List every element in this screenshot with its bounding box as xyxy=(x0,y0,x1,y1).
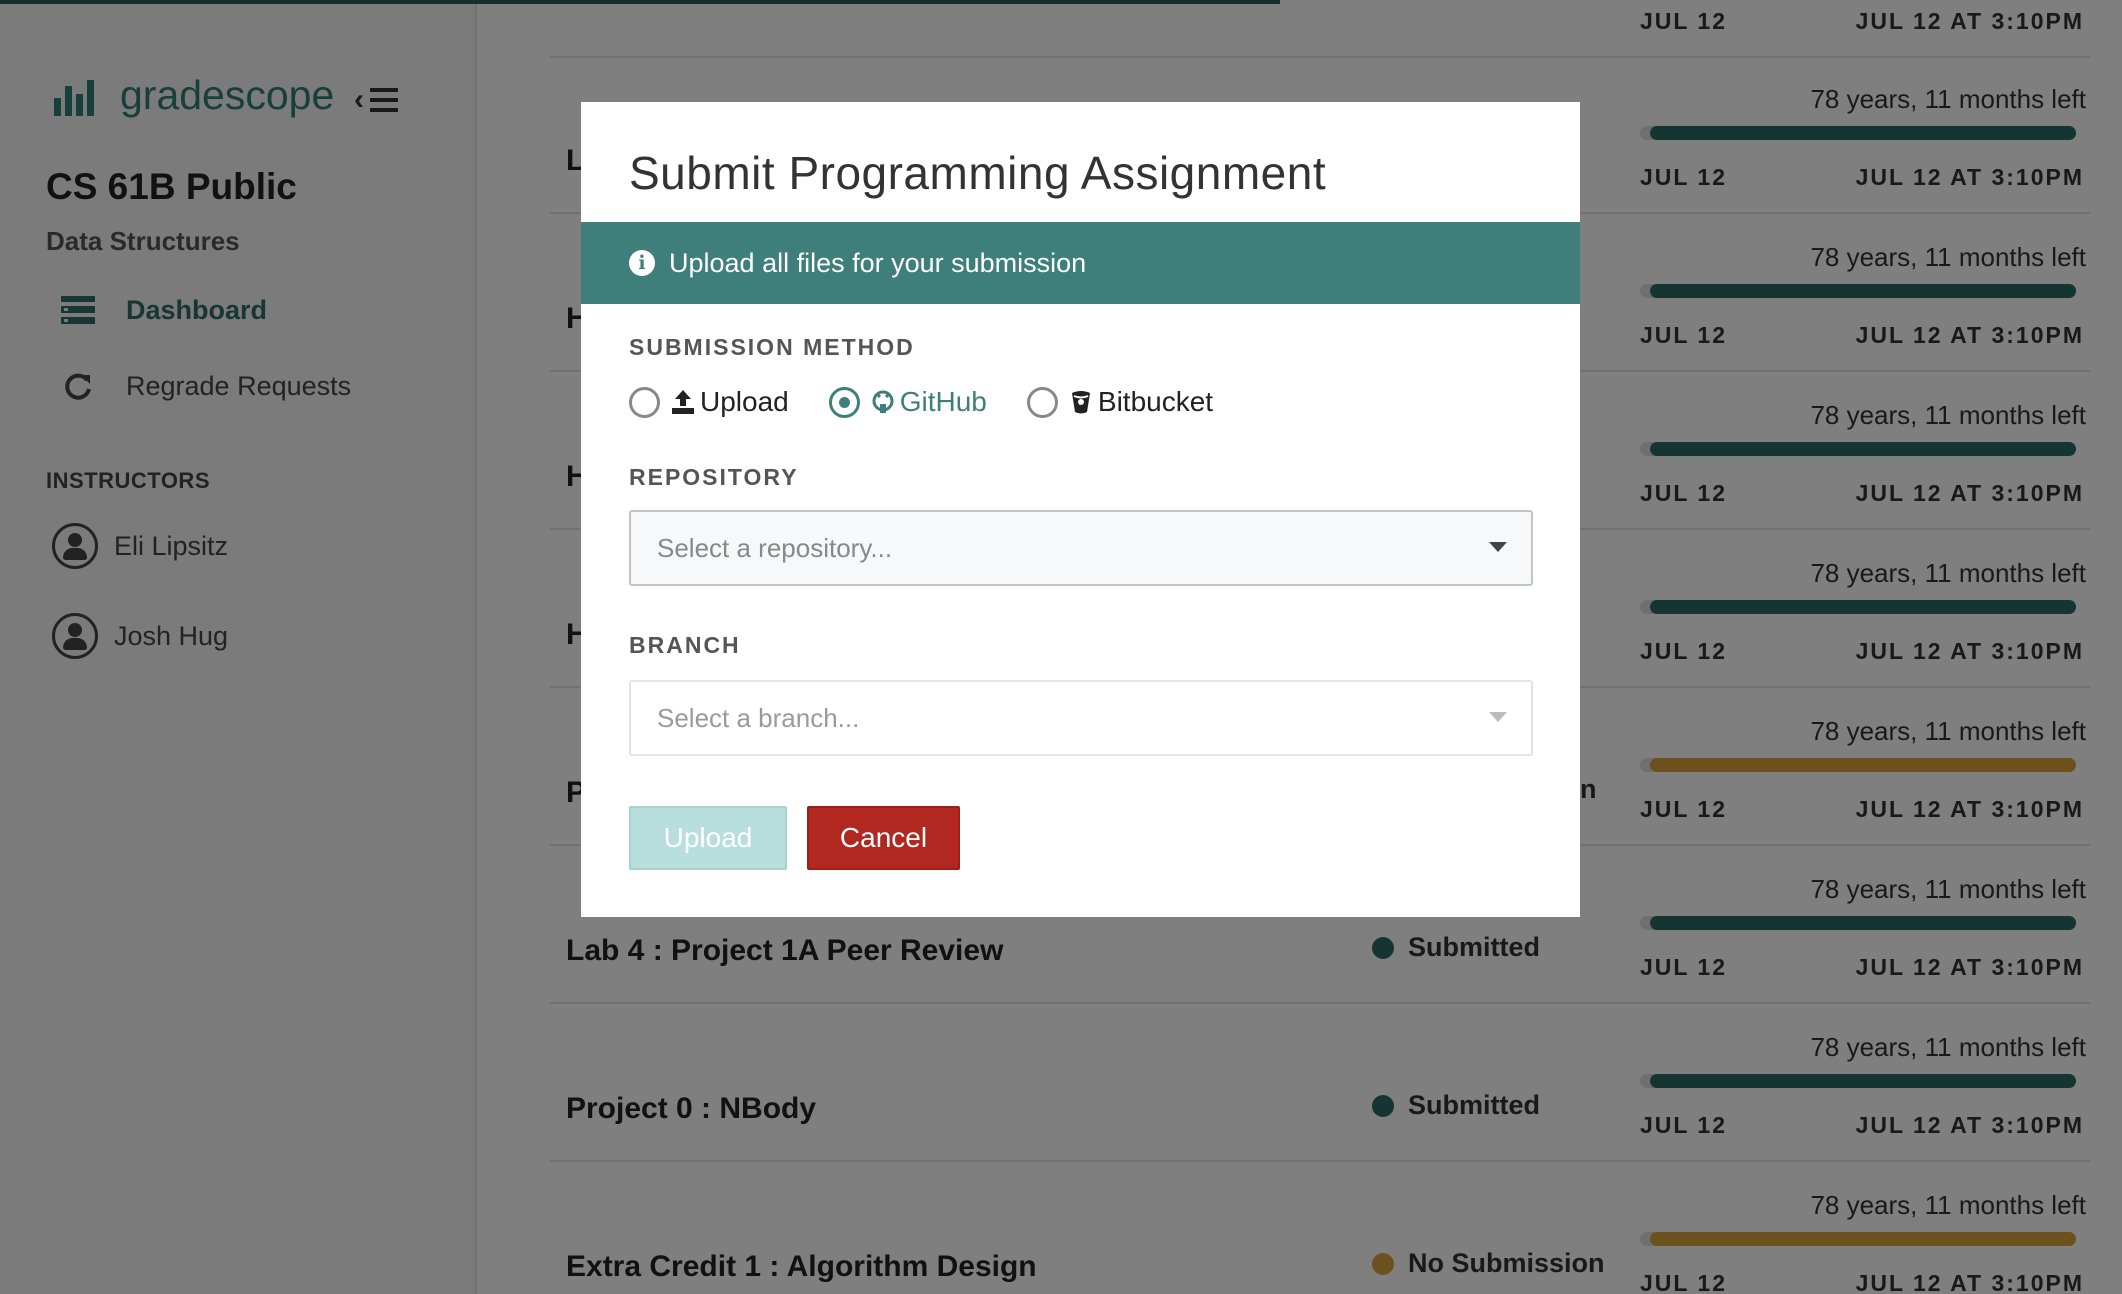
radio-label: Bitbucket xyxy=(1097,386,1214,417)
bitbucket-icon xyxy=(1070,390,1092,414)
branch-placeholder: Select a branch... xyxy=(657,702,860,733)
chevron-down-icon xyxy=(1489,712,1507,722)
radio-label: Upload xyxy=(700,386,789,417)
branch-select[interactable]: Select a branch... xyxy=(629,680,1533,756)
modal-title: Submit Programming Assignment xyxy=(629,147,1327,199)
repository-select[interactable]: Select a repository... xyxy=(629,510,1533,586)
submit-assignment-modal: Submit Programming Assignment i Upload a… xyxy=(581,102,1580,917)
submission-method-label: SUBMISSION METHOD xyxy=(629,334,915,360)
repository-label: REPOSITORY xyxy=(629,464,799,490)
github-icon xyxy=(872,390,894,414)
radio-upload[interactable]: Upload xyxy=(629,386,789,418)
radio-github[interactable]: GitHub xyxy=(828,386,987,418)
upload-icon xyxy=(672,390,694,414)
info-icon: i xyxy=(629,250,655,276)
info-text: Upload all files for your submission xyxy=(669,247,1087,278)
branch-label: BRANCH xyxy=(629,632,741,658)
radio-bitbucket[interactable]: Bitbucket xyxy=(1026,386,1214,418)
repository-placeholder: Select a repository... xyxy=(657,532,893,563)
upload-button[interactable]: Upload xyxy=(629,806,787,870)
chevron-down-icon xyxy=(1489,542,1507,552)
cancel-button[interactable]: Cancel xyxy=(807,806,960,870)
info-banner: i Upload all files for your submission xyxy=(581,222,1580,304)
radio-circle[interactable] xyxy=(1026,386,1058,418)
radio-circle[interactable] xyxy=(828,386,860,418)
radio-circle[interactable] xyxy=(629,386,660,418)
radio-label: GitHub xyxy=(899,386,987,417)
submission-method-radios: Upload GitHub Bitbucket xyxy=(629,386,1253,418)
